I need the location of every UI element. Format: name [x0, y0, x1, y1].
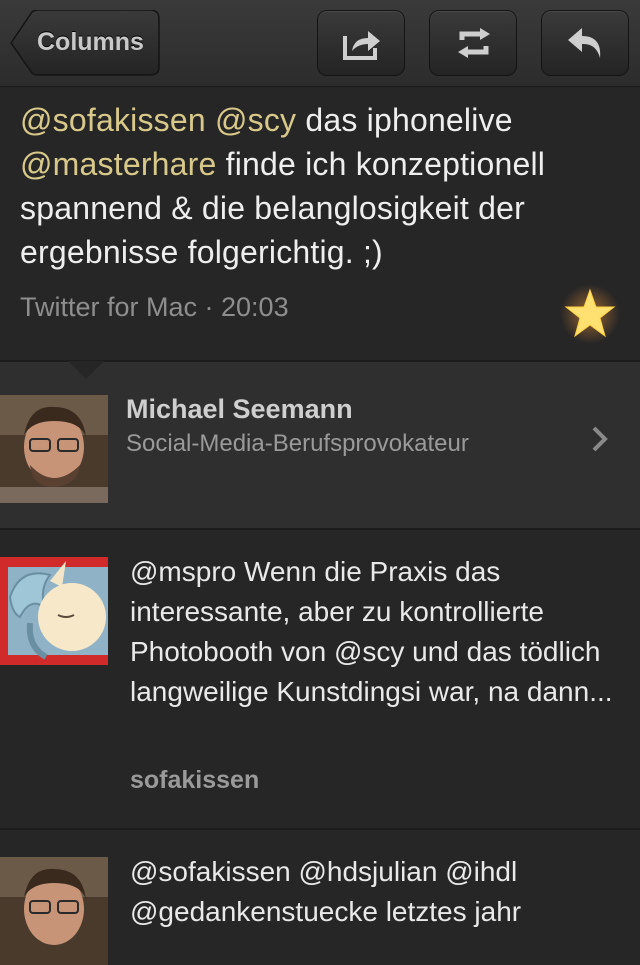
item-text: @mspro Wenn die Praxis das interessante,… — [130, 556, 613, 707]
top-toolbar: Columns — [0, 0, 640, 87]
favorite-star-icon[interactable] — [560, 284, 620, 344]
share-button[interactable] — [317, 10, 405, 76]
item-text: @sofakissen @hdsjulian @ihdl @gedankenst… — [130, 856, 522, 927]
mention-link[interactable]: @sofakissen — [20, 102, 206, 138]
tweet-text-segment: das iphonelive — [296, 102, 513, 138]
chevron-right-icon — [592, 426, 608, 452]
avatar — [0, 857, 108, 965]
item-username: sofakissen — [130, 766, 260, 794]
retweet-button[interactable] — [429, 10, 517, 76]
share-icon — [343, 31, 380, 60]
tweet-pointer — [68, 361, 104, 379]
profile-name: Michael Seemann — [126, 394, 353, 424]
tweet-text: @sofakissen @scy das iphonelive @masterh… — [20, 98, 620, 274]
profile-row[interactable]: Michael Seemann Social-Media-Berufsprovo… — [0, 362, 640, 528]
tweet-meta: Twitter for Mac · 20:03 — [20, 292, 289, 322]
timeline-item[interactable]: @mspro Wenn die Praxis das interessante,… — [0, 530, 640, 828]
avatar — [0, 395, 108, 503]
reply-button[interactable] — [541, 10, 629, 76]
timeline-item[interactable]: @sofakissen @hdsjulian @ihdl @gedankenst… — [0, 830, 640, 965]
reply-icon — [568, 28, 601, 58]
mention-link[interactable]: @scy — [215, 102, 296, 138]
mention-link[interactable]: @masterhare — [20, 146, 217, 182]
retweet-icon — [458, 28, 490, 58]
avatar — [0, 557, 108, 665]
back-button-label: Columns — [37, 28, 144, 56]
columns-back-button[interactable]: Columns — [10, 10, 160, 76]
profile-bio: Social-Media-Berufsprovokateur — [126, 430, 469, 457]
